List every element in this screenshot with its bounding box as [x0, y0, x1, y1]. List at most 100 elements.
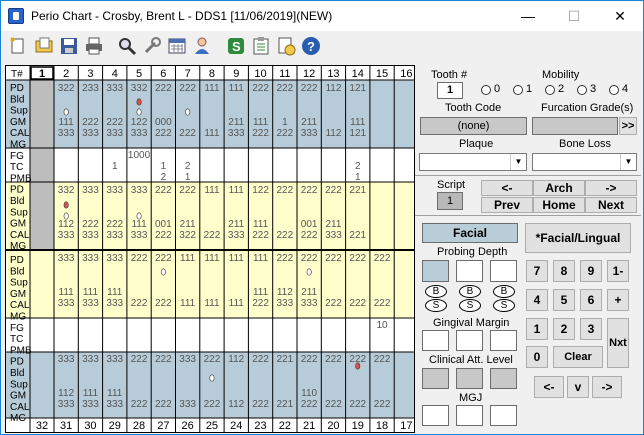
- keypad-key-Nxt[interactable]: Nxt: [607, 318, 629, 368]
- keypad-key-9[interactable]: 9: [580, 260, 602, 282]
- keypad-key-2[interactable]: 2: [553, 318, 575, 340]
- maximize-button[interactable]: ☐: [551, 1, 597, 31]
- lower-lingual-cal-value: 222: [155, 298, 172, 309]
- upper-lingual-cal-value: 333: [325, 230, 342, 241]
- minimize-button[interactable]: —: [505, 1, 551, 31]
- upper-facial-cal-value: 112: [325, 128, 341, 139]
- doctor-icon[interactable]: [191, 36, 213, 58]
- wrench-icon[interactable]: [141, 36, 163, 58]
- mobility-option-label: 0: [494, 83, 501, 95]
- upper-tc-value: 1: [112, 161, 118, 172]
- notes-icon[interactable]: [275, 36, 297, 58]
- tooth-code-value[interactable]: (none): [420, 117, 527, 135]
- upper-lingual-cal-value: 222: [204, 230, 221, 241]
- facial-button[interactable]: Facial: [422, 223, 518, 243]
- upper-facial-pd-value: 112: [325, 83, 341, 94]
- calculator-icon[interactable]: [166, 36, 188, 58]
- suppuration-toggle-1[interactable]: S: [425, 299, 447, 312]
- row-label: GM: [10, 117, 26, 128]
- keypad-key-+[interactable]: +: [607, 289, 629, 311]
- bleeding-toggle-2[interactable]: B: [459, 285, 481, 298]
- upper-lingual-cal-value: 322: [179, 230, 196, 241]
- clinical-att-level-3[interactable]: [490, 368, 517, 389]
- lower-facial-pd-value: 222: [374, 354, 391, 365]
- upper-lingual-gm-value: 211: [228, 219, 244, 230]
- keypad-key-<-[interactable]: <-: [534, 376, 564, 398]
- mgj-1[interactable]: [422, 405, 449, 426]
- suppuration-toggle-3[interactable]: S: [493, 299, 515, 312]
- bleeding-toggle-1[interactable]: B: [425, 285, 447, 298]
- next-button[interactable]: Next: [585, 197, 637, 213]
- keypad-key-v[interactable]: v: [567, 376, 589, 398]
- mgj-2[interactable]: [456, 405, 483, 426]
- mobility-radio-1[interactable]: [513, 85, 523, 95]
- keypad-key-0[interactable]: 0: [526, 346, 548, 368]
- tooth-number-top: 13: [327, 68, 339, 80]
- upper-tc-value: 1: [161, 161, 167, 172]
- help-icon[interactable]: ?: [300, 36, 322, 58]
- upper-facial-cal-value: 333: [131, 128, 148, 139]
- bleeding-toggle-3[interactable]: B: [493, 285, 515, 298]
- keypad-key-1[interactable]: 1: [526, 318, 548, 340]
- mobility-radio-0[interactable]: [481, 85, 491, 95]
- facial-lingual-button[interactable]: *Facial/Lingual: [525, 223, 631, 253]
- back-arrow-button[interactable]: <-: [481, 180, 533, 196]
- mobility-radio-3[interactable]: [577, 85, 587, 95]
- forward-arrow-button[interactable]: ->: [585, 180, 637, 196]
- mobility-radio-2[interactable]: [545, 85, 555, 95]
- row-label: GM: [10, 219, 26, 230]
- tooth-number-value[interactable]: 1: [437, 82, 463, 99]
- save-icon[interactable]: [58, 36, 80, 58]
- script-value[interactable]: 1: [437, 192, 463, 210]
- gingival-margin-2[interactable]: [456, 330, 483, 351]
- keypad-key-6[interactable]: 6: [580, 289, 602, 311]
- probing-depth-3[interactable]: [490, 260, 517, 282]
- bone-loss-select[interactable]: ▼: [532, 153, 637, 171]
- perio-grid-svg[interactable]: T# 1 2 3 4 5 6 7 8 9 10 11 12 13 14 15 1632 31 30 29 28 27 26 2…: [6, 66, 414, 432]
- upper-facial-cal-value: 333: [228, 128, 245, 139]
- row-label: Bld: [10, 266, 24, 277]
- probing-depth-label: Probing Depth: [437, 246, 508, 258]
- home-button[interactable]: Home: [533, 197, 585, 213]
- suppuration-toggle-2[interactable]: S: [459, 299, 481, 312]
- keypad-key-Clear[interactable]: Clear: [553, 346, 603, 368]
- tooth-number-bottom: 17: [400, 420, 412, 432]
- lower-lingual-cal-value: 333: [301, 298, 318, 309]
- upper-facial-cal-value: 333: [106, 128, 123, 139]
- clipboard-icon[interactable]: [250, 36, 272, 58]
- gingival-margin-1[interactable]: [422, 330, 449, 351]
- furcation-more-button[interactable]: >>: [619, 117, 637, 135]
- open-folder-icon[interactable]: [33, 36, 55, 58]
- print-icon[interactable]: [83, 36, 105, 58]
- upper-lingual-gm-value: 211: [180, 219, 196, 230]
- lower-facial-cal-value: 222: [204, 399, 221, 410]
- keypad-key-8[interactable]: 8: [553, 260, 575, 282]
- perio-grid[interactable]: T# 1 2 3 4 5 6 7 8 9 10 11 12 13 14 15 16 32 31 30 29 28 27 26 2…: [5, 65, 415, 433]
- probing-depth-1[interactable]: [422, 260, 449, 282]
- row-label: TC: [10, 334, 23, 345]
- lower-facial-cal-value: 222: [301, 399, 318, 410]
- keypad-key-1-[interactable]: 1-: [607, 260, 629, 282]
- row-label: Bld: [10, 196, 24, 207]
- mobility-radio-4[interactable]: [609, 85, 619, 95]
- lower-facial-cal-value: 333: [82, 399, 99, 410]
- new-icon[interactable]: [7, 36, 29, 58]
- s-badge-icon[interactable]: S: [225, 36, 247, 58]
- keypad-key-4[interactable]: 4: [526, 289, 548, 311]
- keypad-key-7[interactable]: 7: [526, 260, 548, 282]
- furcation-value[interactable]: [532, 117, 618, 135]
- keypad-key-5[interactable]: 5: [553, 289, 575, 311]
- prev-button[interactable]: Prev: [481, 197, 533, 213]
- search-icon[interactable]: [116, 36, 138, 58]
- clinical-att-level-2[interactable]: [456, 368, 483, 389]
- plaque-select[interactable]: ▼: [419, 153, 527, 171]
- arch-button[interactable]: Arch: [533, 180, 585, 196]
- gingival-margin-3[interactable]: [490, 330, 517, 351]
- close-button[interactable]: ✕: [597, 1, 643, 31]
- clinical-att-level-1[interactable]: [422, 368, 449, 389]
- mgj-3[interactable]: [490, 405, 517, 426]
- probing-depth-2[interactable]: [456, 260, 483, 282]
- keypad-key-3[interactable]: 3: [580, 318, 602, 340]
- tooth-number-bottom: 23: [254, 420, 266, 432]
- keypad-key-->[interactable]: ->: [592, 376, 622, 398]
